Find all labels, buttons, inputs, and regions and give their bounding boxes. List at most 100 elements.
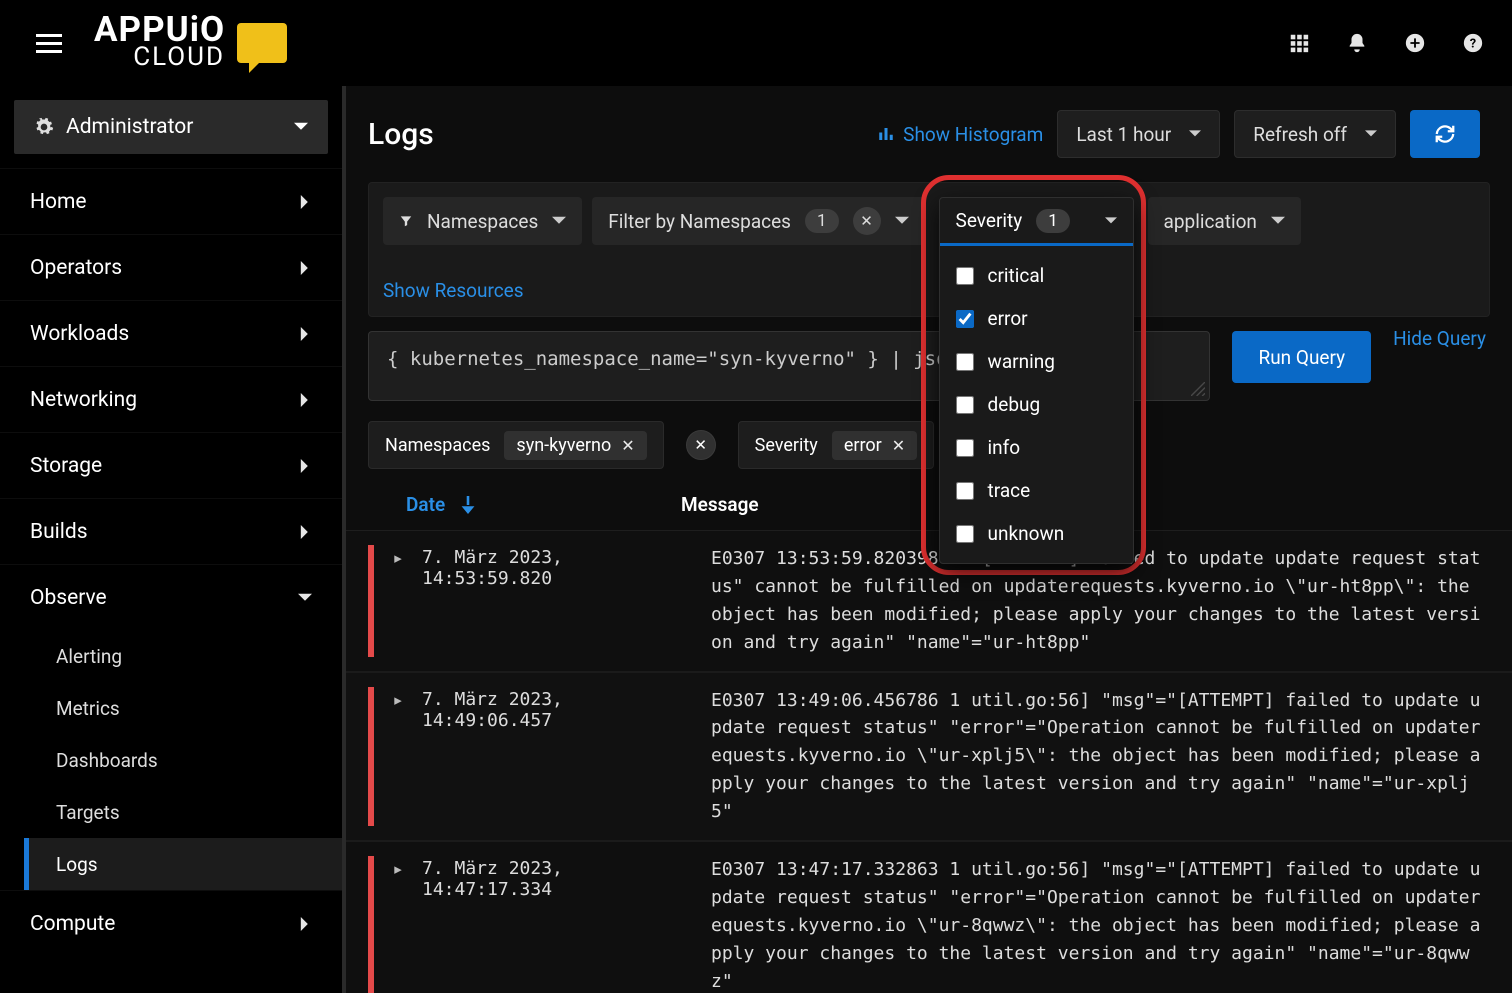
log-row: ▸7. März 2023, 14:53:59.820E0307 13:53:5… [346, 531, 1512, 673]
severity-option-critical[interactable]: critical [940, 254, 1133, 297]
remove-chip-icon[interactable]: ✕ [621, 436, 634, 455]
nav-item-networking[interactable]: Networking [0, 366, 342, 432]
nav: HomeOperatorsWorkloadsNetworkingStorageB… [0, 168, 342, 956]
help-icon[interactable]: ? [1462, 32, 1484, 54]
log-date: 7. März 2023, 14:53:59.820 [422, 545, 697, 657]
sidebar: Administrator HomeOperatorsWorkloadsNetw… [0, 86, 342, 993]
hamburger-menu[interactable] [28, 26, 70, 61]
sort-down-icon [461, 496, 475, 514]
col-message: Message [681, 493, 759, 516]
log-message: E0307 13:49:06.456786 1 util.go:56] "msg… [711, 687, 1490, 826]
namespaces-filter[interactable]: Namespaces [383, 197, 582, 245]
topbar-left: APPUiO CLOUD [28, 14, 287, 72]
clear-namespace-group-icon[interactable]: ✕ [686, 430, 716, 460]
col-date[interactable]: Date [406, 493, 681, 516]
subnav-item-dashboards[interactable]: Dashboards [56, 734, 342, 786]
severity-checkbox[interactable] [956, 439, 974, 457]
nav-item-builds[interactable]: Builds [0, 498, 342, 564]
brand-sub: CLOUD [133, 42, 225, 72]
perspective-switcher[interactable]: Administrator [14, 100, 328, 154]
brand-logo[interactable]: APPUiO CLOUD [94, 14, 287, 72]
severity-bar [368, 545, 374, 657]
log-message: E0307 13:47:17.332863 1 util.go:56] "msg… [711, 856, 1490, 993]
severity-option-unknown[interactable]: unknown [940, 512, 1133, 555]
nav-item-observe[interactable]: Observe [0, 564, 342, 630]
refresh-select[interactable]: Refresh off [1234, 110, 1396, 158]
subnav-item-logs[interactable]: Logs [24, 838, 342, 890]
namespaces-clear-icon[interactable]: ✕ [853, 207, 881, 235]
severity-checkbox[interactable] [956, 482, 974, 500]
chevron-down-icon [552, 214, 566, 228]
page-header: Logs Show Histogram Last 1 hour Refresh … [346, 86, 1512, 182]
log-row: ▸7. März 2023, 14:49:06.457E0307 13:49:0… [346, 673, 1512, 842]
show-resources-link[interactable]: Show Resources [383, 279, 524, 302]
brand-bubble-icon [237, 23, 287, 63]
chevron-down-icon [1105, 215, 1117, 227]
chevron-right-icon [298, 261, 312, 275]
severity-count-badge: 1 [1036, 209, 1070, 233]
svg-text:?: ? [1470, 37, 1476, 52]
nav-item-home[interactable]: Home [0, 168, 342, 234]
chevron-right-icon [298, 195, 312, 209]
log-row: ▸7. März 2023, 14:47:17.334E0307 13:47:1… [346, 842, 1512, 993]
severity-option-trace[interactable]: trace [940, 469, 1133, 512]
chevron-down-icon [298, 591, 312, 605]
severity-bar [368, 687, 374, 826]
chevron-down-icon [1189, 128, 1201, 140]
chevron-right-icon [298, 525, 312, 539]
chevron-right-icon [298, 327, 312, 341]
gear-icon [34, 117, 54, 137]
app-grid-icon[interactable] [1288, 32, 1310, 54]
severity-option-info[interactable]: info [940, 426, 1133, 469]
log-table-header: Date Message [346, 475, 1512, 531]
nav-item-compute[interactable]: Compute [0, 890, 342, 956]
namespace-chip: syn-kyverno ✕ [504, 431, 646, 460]
chevron-down-icon [294, 120, 308, 134]
severity-option-debug[interactable]: debug [940, 383, 1133, 426]
severity-option-error[interactable]: error [940, 297, 1133, 340]
expand-row-icon[interactable]: ▸ [388, 856, 408, 993]
severity-filter-button[interactable]: Severity 1 [940, 198, 1133, 246]
chevron-right-icon [298, 917, 312, 931]
severity-option-warning[interactable]: warning [940, 340, 1133, 383]
severity-checkbox[interactable] [956, 525, 974, 543]
refresh-button[interactable] [1410, 110, 1480, 158]
bell-icon[interactable] [1346, 32, 1368, 54]
severity-chip: error ✕ [832, 431, 917, 460]
nav-item-storage[interactable]: Storage [0, 432, 342, 498]
subnav-item-metrics[interactable]: Metrics [56, 682, 342, 734]
chevron-right-icon [298, 459, 312, 473]
log-date: 7. März 2023, 14:47:17.334 [422, 856, 697, 993]
chevron-down-icon [1365, 128, 1377, 140]
severity-checkbox[interactable] [956, 353, 974, 371]
main: Logs Show Histogram Last 1 hour Refresh … [342, 86, 1512, 993]
log-rows: ▸7. März 2023, 14:53:59.820E0307 13:53:5… [346, 531, 1512, 993]
subnav-item-alerting[interactable]: Alerting [56, 630, 342, 682]
show-histogram-link[interactable]: Show Histogram [877, 123, 1043, 146]
hide-query-link[interactable]: Hide Query [1393, 327, 1486, 350]
subnav-item-targets[interactable]: Targets [56, 786, 342, 838]
severity-filter-anchor: Severity 1 criticalerrorwarningdebuginfo… [939, 197, 1134, 245]
logtype-filter[interactable]: application [1148, 197, 1301, 245]
nav-item-workloads[interactable]: Workloads [0, 300, 342, 366]
resize-handle-icon[interactable] [1191, 382, 1205, 396]
run-query-button[interactable]: Run Query [1232, 331, 1371, 383]
nav-item-operators[interactable]: Operators [0, 234, 342, 300]
namespaces-count-badge: 1 [805, 209, 839, 233]
expand-row-icon[interactable]: ▸ [388, 545, 408, 657]
severity-bar [368, 856, 374, 993]
severity-checkbox[interactable] [956, 267, 974, 285]
namespaces-text[interactable]: Filter by Namespaces 1 ✕ [592, 197, 924, 245]
refresh-icon [1434, 123, 1456, 145]
severity-checkbox[interactable] [956, 310, 974, 328]
topbar-right: ? [1288, 32, 1484, 54]
plus-circle-icon[interactable] [1404, 32, 1426, 54]
severity-checkbox[interactable] [956, 396, 974, 414]
filter-bar: Namespaces Filter by Namespaces 1 ✕ [368, 182, 1490, 317]
expand-row-icon[interactable]: ▸ [388, 687, 408, 826]
chevron-down-icon [895, 214, 909, 228]
page-title: Logs [368, 117, 434, 152]
timerange-select[interactable]: Last 1 hour [1057, 110, 1220, 158]
log-date: 7. März 2023, 14:49:06.457 [422, 687, 697, 826]
remove-chip-icon[interactable]: ✕ [892, 436, 905, 455]
